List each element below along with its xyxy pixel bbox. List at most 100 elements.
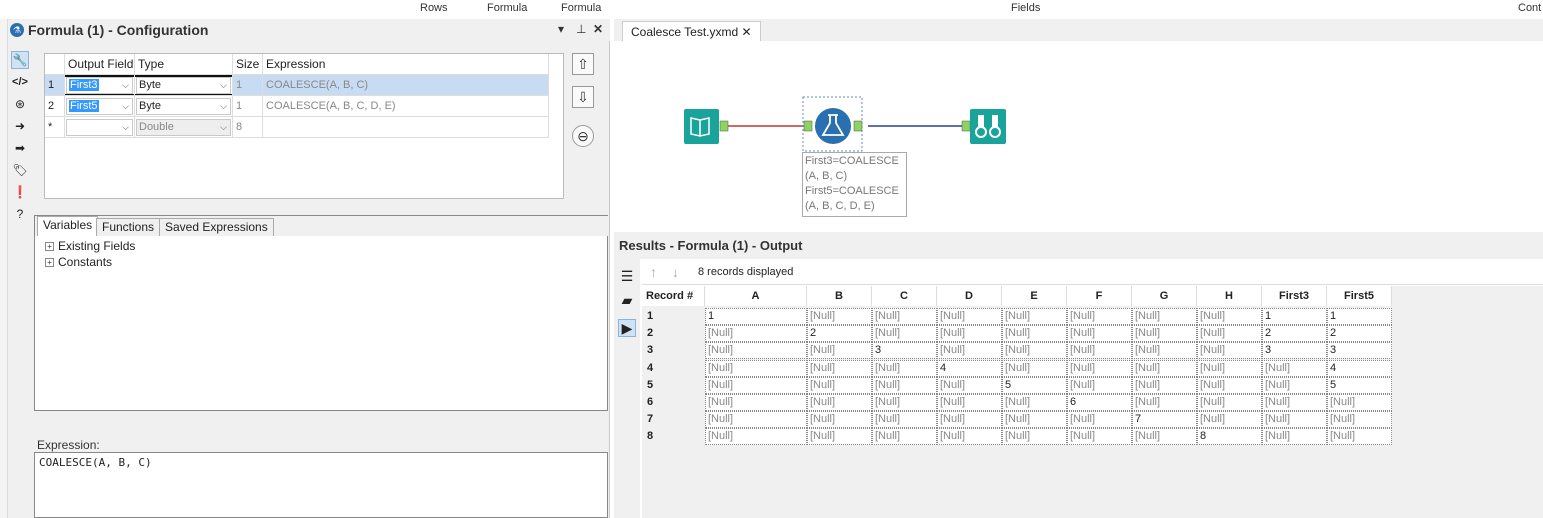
expression-cell[interactable]: COALESCE(A, B, C, D, E) xyxy=(263,96,549,117)
results-cell[interactable]: [Null] xyxy=(1132,308,1197,325)
results-cell[interactable]: [Null] xyxy=(872,308,937,325)
workflow-canvas[interactable]: First3=COALESCE (A, B, C) First5=COALESC… xyxy=(614,41,1543,231)
results-cell[interactable]: [Null] xyxy=(1002,359,1067,377)
results-cell[interactable]: [Null] xyxy=(705,411,807,429)
grid-row-new[interactable]: * ⌵ Double ⌵ 8 xyxy=(45,117,549,138)
tree-item-constants[interactable]: + Constants xyxy=(45,255,112,269)
output-field-dropdown[interactable]: First5 ⌵ xyxy=(66,98,133,115)
results-cell[interactable]: [Null] xyxy=(1132,394,1197,411)
results-cell[interactable]: [Null] xyxy=(1132,359,1197,377)
code-icon[interactable]: </> xyxy=(11,73,29,91)
results-cell[interactable]: 2 xyxy=(1262,325,1327,343)
input-tool[interactable] xyxy=(684,109,729,144)
results-cell[interactable]: [Null] xyxy=(872,428,937,446)
results-cell[interactable]: [Null] xyxy=(1327,411,1392,429)
arrow-up-icon[interactable]: ↑ xyxy=(650,264,657,280)
results-cell[interactable]: 6 xyxy=(1067,394,1132,411)
results-cell[interactable]: [Null] xyxy=(872,394,937,411)
results-cell[interactable]: [Null] xyxy=(1262,428,1327,446)
results-col-header[interactable]: B xyxy=(807,286,872,306)
size-cell[interactable]: 8 xyxy=(233,117,263,138)
metadata-icon[interactable]: ▰ xyxy=(618,291,636,309)
results-cell[interactable]: [Null] xyxy=(1067,359,1132,377)
results-cell[interactable]: [Null] xyxy=(705,359,807,377)
ribbon-label-fields[interactable]: Fields xyxy=(1011,2,1040,14)
output-field-cell[interactable]: First3 ⌵ xyxy=(65,75,135,96)
remove-button[interactable]: ⊖ xyxy=(572,125,594,147)
formula-tool[interactable] xyxy=(802,96,863,152)
results-cell[interactable]: [Null] xyxy=(1327,428,1392,446)
results-cell[interactable]: [Null] xyxy=(807,411,872,429)
type-cell[interactable]: Double ⌵ xyxy=(135,117,233,138)
results-cell[interactable]: [Null] xyxy=(705,342,807,360)
results-col-header[interactable]: D xyxy=(937,286,1002,306)
results-col-header[interactable]: F xyxy=(1067,286,1132,306)
browse-tool[interactable] xyxy=(961,109,1006,144)
results-cell[interactable]: [Null] xyxy=(1002,342,1067,360)
results-cell[interactable]: 2 xyxy=(1327,325,1392,343)
results-cell[interactable]: [Null] xyxy=(1002,411,1067,429)
results-cell[interactable]: [Null] xyxy=(1067,411,1132,429)
results-cell[interactable]: 4 xyxy=(937,359,1002,377)
expression-editor[interactable]: COALESCE(A, B, C) xyxy=(34,452,608,518)
results-cell[interactable]: [Null] xyxy=(1197,342,1262,360)
results-record-number[interactable]: 2 xyxy=(647,325,653,342)
results-cell[interactable]: 2 xyxy=(807,325,872,343)
results-cell[interactable]: [Null] xyxy=(1262,411,1327,429)
results-cell[interactable]: [Null] xyxy=(937,428,1002,446)
grid-row-first3[interactable]: 1 First3 ⌵ Byte ⌵ 1 COALESCE(A, B, C) xyxy=(45,75,549,96)
size-cell[interactable]: 1 xyxy=(233,96,263,117)
results-cell[interactable]: [Null] xyxy=(1002,325,1067,343)
type-dropdown[interactable]: Double ⌵ xyxy=(136,119,231,136)
results-cell[interactable]: [Null] xyxy=(807,428,872,446)
results-cell[interactable]: [Null] xyxy=(705,428,807,446)
tag-icon[interactable]: 🏷 xyxy=(11,161,29,179)
results-col-header[interactable]: G xyxy=(1132,286,1197,306)
type-cell[interactable]: Byte ⌵ xyxy=(135,96,233,117)
results-cell[interactable]: [Null] xyxy=(1067,308,1132,325)
results-cell[interactable]: [Null] xyxy=(705,325,807,343)
output-field-cell[interactable]: ⌵ xyxy=(65,117,135,138)
results-cell[interactable]: [Null] xyxy=(872,325,937,343)
results-cell[interactable]: [Null] xyxy=(937,342,1002,360)
expression-cell[interactable]: COALESCE(A, B, C) xyxy=(263,75,549,96)
results-cell[interactable]: [Null] xyxy=(1067,325,1132,343)
results-cell[interactable]: 4 xyxy=(1327,359,1392,377)
results-cell[interactable]: 5 xyxy=(1327,376,1392,394)
results-cell[interactable]: [Null] xyxy=(1197,308,1262,325)
results-cell[interactable]: [Null] xyxy=(1197,411,1262,429)
pin-icon[interactable]: ⊥ xyxy=(576,22,586,36)
tree-item-existing-fields[interactable]: + Existing Fields xyxy=(45,239,135,253)
ribbon-label-rows[interactable]: Rows xyxy=(420,2,448,14)
input-arrow-icon[interactable]: ➜ xyxy=(11,117,29,135)
results-cell[interactable]: [Null] xyxy=(937,325,1002,343)
tab-functions[interactable]: Functions xyxy=(96,218,161,236)
results-col-header[interactable]: E xyxy=(1002,286,1067,306)
results-cell[interactable]: [Null] xyxy=(705,394,807,411)
size-cell[interactable]: 1 xyxy=(233,75,263,96)
results-col-header[interactable]: First3 xyxy=(1262,286,1327,306)
results-cell[interactable]: [Null] xyxy=(807,394,872,411)
results-cell[interactable]: [Null] xyxy=(1067,428,1132,446)
results-cell[interactable]: [Null] xyxy=(872,359,937,377)
results-cell[interactable]: [Null] xyxy=(1132,325,1197,343)
results-cell[interactable]: [Null] xyxy=(1067,342,1132,360)
results-cell[interactable]: [Null] xyxy=(1002,428,1067,446)
ribbon-label-cont[interactable]: Cont xyxy=(1518,2,1541,14)
results-cell[interactable]: 5 xyxy=(1002,376,1067,394)
results-cell[interactable]: 8 xyxy=(1197,428,1262,446)
results-cell[interactable]: [Null] xyxy=(1132,376,1197,394)
results-cell[interactable]: 3 xyxy=(1327,342,1392,360)
type-dropdown[interactable]: Byte ⌵ xyxy=(136,98,231,115)
results-cell[interactable]: [Null] xyxy=(807,342,872,360)
results-record-number[interactable]: 7 xyxy=(647,411,653,428)
results-cell[interactable]: [Null] xyxy=(937,376,1002,394)
results-cell[interactable]: [Null] xyxy=(1002,394,1067,411)
results-cell[interactable]: [Null] xyxy=(705,376,807,394)
results-cell[interactable]: [Null] xyxy=(937,411,1002,429)
results-record-number[interactable]: 6 xyxy=(647,394,653,411)
output-field-dropdown[interactable]: ⌵ xyxy=(66,119,133,136)
results-cell[interactable]: [Null] xyxy=(937,308,1002,325)
results-record-number[interactable]: 5 xyxy=(647,377,653,394)
results-cell[interactable]: [Null] xyxy=(807,359,872,377)
